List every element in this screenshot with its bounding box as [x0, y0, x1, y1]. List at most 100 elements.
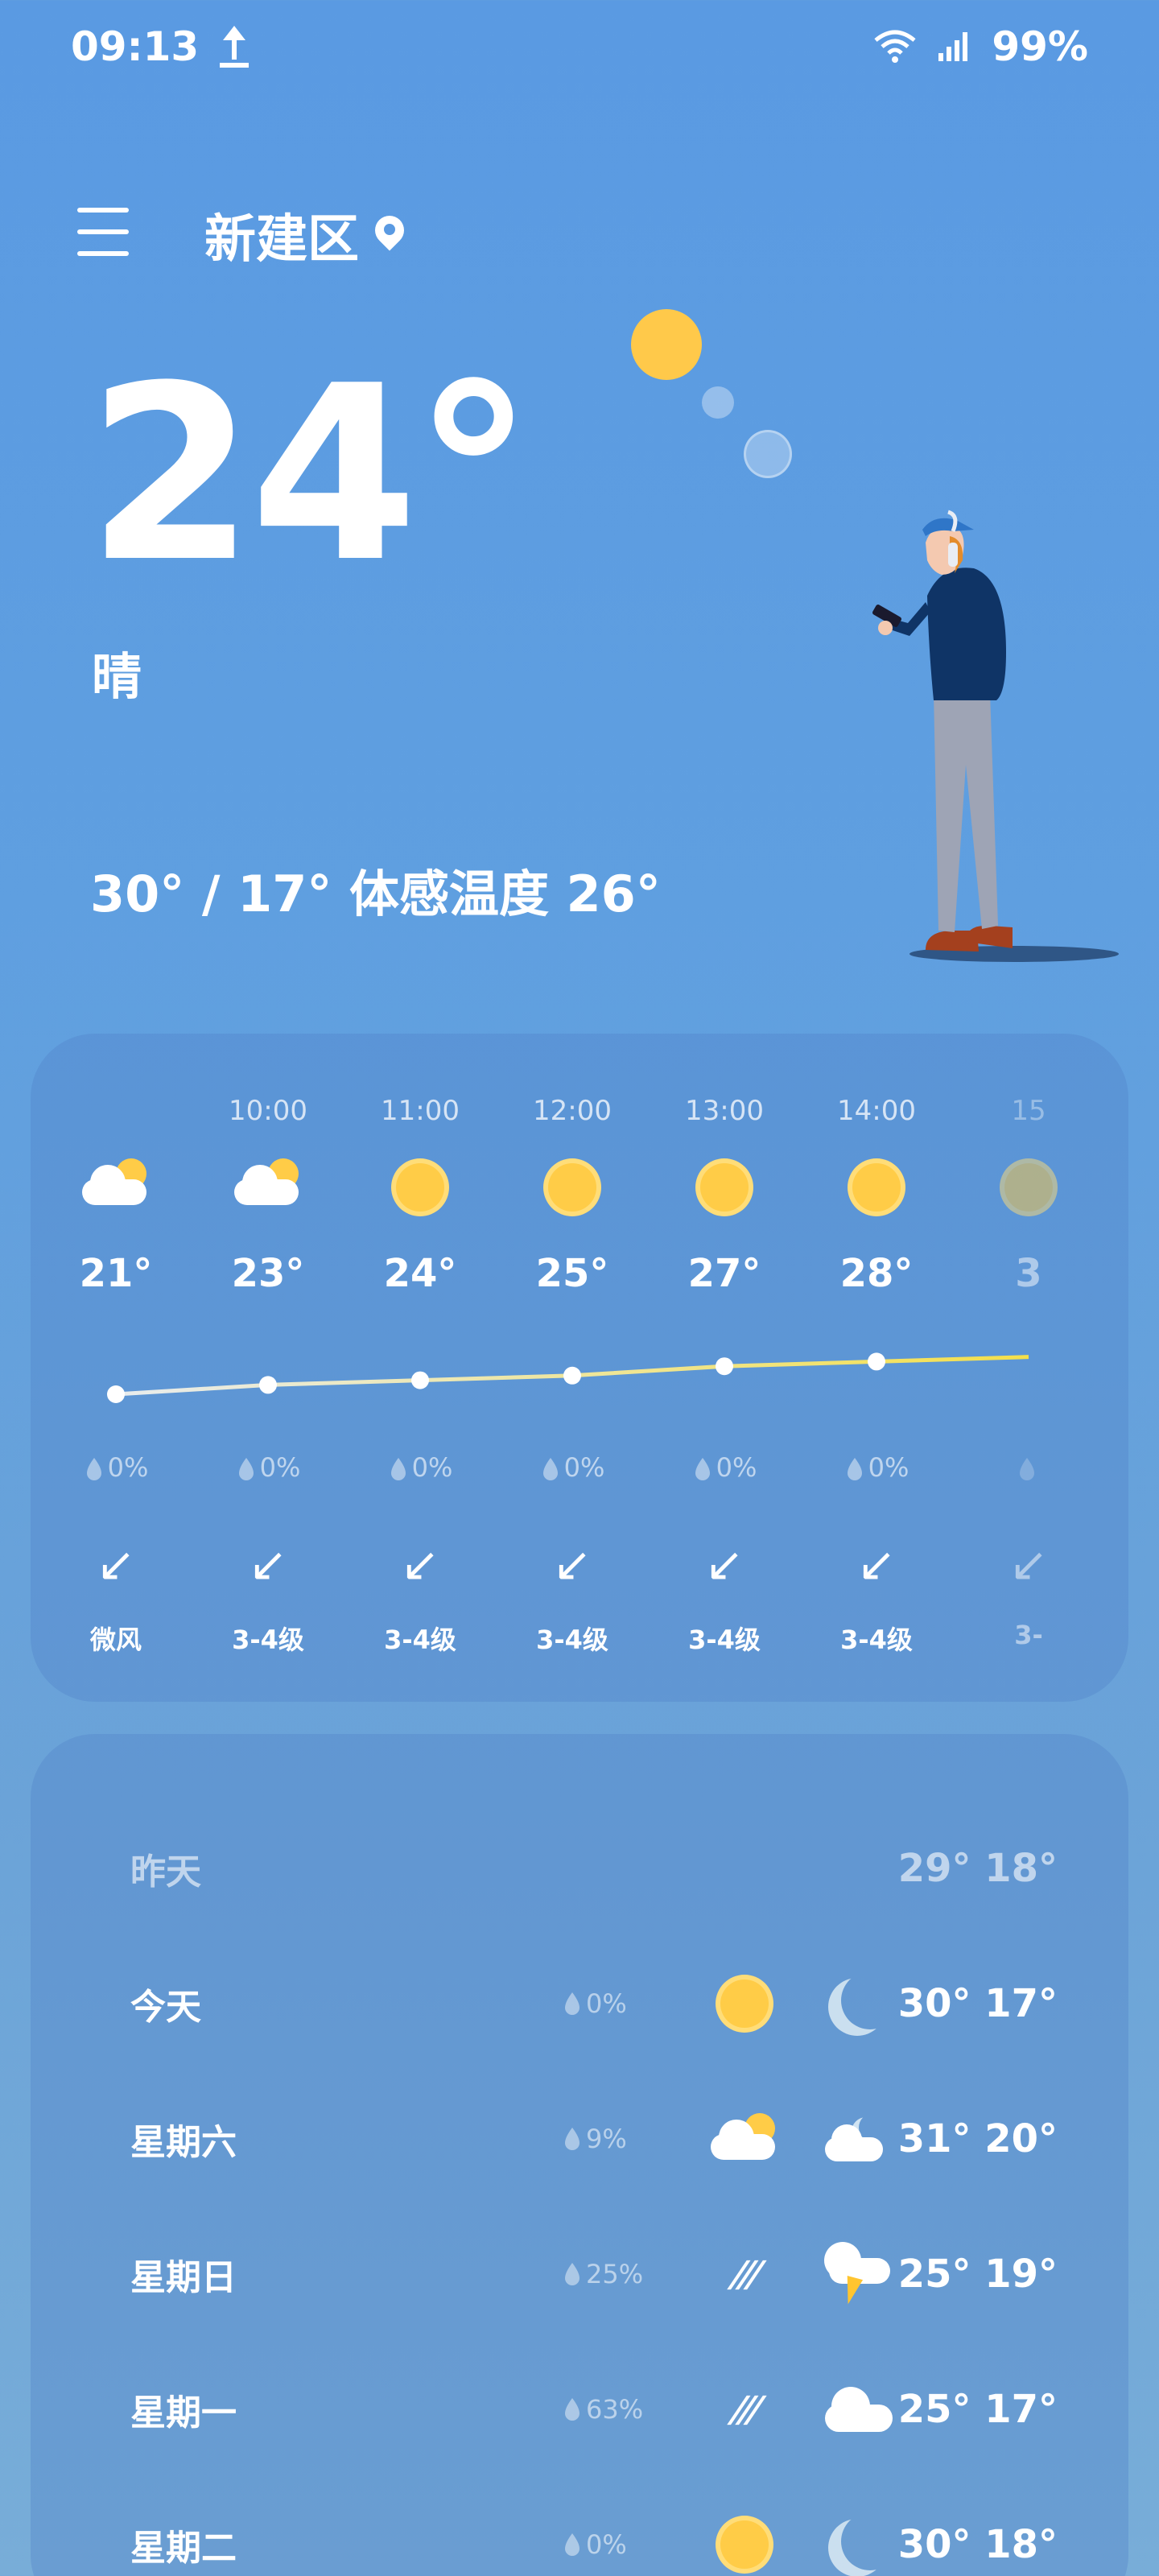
hourly-weather-icon [691, 1158, 758, 1216]
raindrop-icon [390, 1458, 406, 1480]
hourly-precipitation: 0% [344, 1452, 497, 1483]
daily-day-icon [708, 2512, 781, 2576]
status-time: 09:13 [71, 23, 200, 70]
hourly-precipitation [952, 1452, 1105, 1483]
hourly-wind-level: 3-4级 [384, 1624, 456, 1655]
daily-day-label: 昨天 [130, 1852, 201, 1893]
daily-row[interactable]: 今天 0% 30° 17° [101, 1959, 1058, 2048]
sun-icon [1000, 1158, 1058, 1216]
raindrop-icon [565, 2533, 580, 2556]
hourly-wind-level: 微风 [89, 1624, 142, 1655]
moon-icon [841, 1971, 899, 2029]
hourly-wind-level: 3- [1014, 1620, 1043, 1650]
hourly-time: 14:00 [837, 1095, 916, 1127]
hourly-temperature: 3 [1015, 1251, 1042, 1296]
daily-row[interactable]: 昨天 29° 18° [101, 1824, 1058, 1913]
cloud-icon [825, 2385, 893, 2434]
menu-icon[interactable] [77, 208, 129, 256]
hourly-weather-icon [995, 1158, 1062, 1216]
hourly-weather-icon [234, 1158, 302, 1215]
hourly-time: 15 [1011, 1095, 1046, 1127]
daily-high-low: 30° 18° [897, 2522, 1058, 2567]
hourly-precipitation: 0% [648, 1452, 801, 1483]
hourly-item[interactable]: 11:00 24° 0% ↙ 3-4级 [344, 1034, 497, 1702]
daily-high-low: 29° 18° [897, 1846, 1058, 1891]
hourly-time: 13:00 [685, 1095, 764, 1127]
sun-icon [716, 2516, 773, 2574]
hourly-wind-level: 3-4级 [232, 1624, 304, 1655]
hourly-temperature: 25° [535, 1251, 609, 1296]
daily-day-icon: /// [708, 2242, 781, 2306]
raindrop-icon [565, 2128, 580, 2150]
hourly-wind-level: 3-4级 [536, 1624, 608, 1655]
hourly-temperature: 24° [383, 1251, 457, 1296]
daily-forecast-card[interactable]: 昨天 29° 18° 今天 0% 30° 17° 星期六 9% 31° 20° 星期日 25% //… [31, 1734, 1128, 2576]
hourly-wind-level: 3-4级 [840, 1624, 913, 1655]
daily-day-icon [708, 1971, 781, 2036]
daily-row[interactable]: 星期六 9% 31° 20° [101, 2095, 1058, 2183]
hourly-forecast-card[interactable]: 21° 0% ↙ 微风 10:00 23° 0% ↙ 3-4级 11:00 24° 0% ↙ 3-4级 12… [31, 1034, 1128, 1702]
hourly-precipitation: 0% [496, 1452, 649, 1483]
hourly-weather-icon [82, 1158, 150, 1215]
cloud-sun-icon [711, 2113, 778, 2165]
sun-icon [695, 1158, 753, 1216]
hourly-temperature: 23° [231, 1251, 305, 1296]
daily-row[interactable]: 星期一 63% /// 25° 17° [101, 2365, 1058, 2454]
daily-night-icon [823, 2377, 895, 2442]
location-selector[interactable]: 新建区 [204, 198, 404, 272]
hourly-temperature: 21° [79, 1251, 153, 1296]
signal-icon [938, 32, 968, 61]
cloud-moon-icon [825, 2113, 893, 2165]
daily-day-label: 星期二 [130, 2528, 237, 2569]
daily-day-label: 星期日 [130, 2257, 237, 2298]
bubble-decoration [702, 386, 734, 419]
rain-icon: /// [724, 2253, 765, 2295]
sun-illustration [631, 309, 702, 380]
hourly-time: 10:00 [229, 1095, 307, 1127]
hourly-time: 12:00 [533, 1095, 612, 1127]
daily-high-low: 25° 19° [897, 2252, 1058, 2297]
hourly-item[interactable]: 15 3 ↙ 3- [952, 1034, 1105, 1702]
daily-day-icon [708, 2107, 781, 2171]
hourly-weather-icon [538, 1158, 606, 1216]
current-temperature: 24° [87, 334, 534, 615]
wind-direction-icon: ↙ [1008, 1537, 1049, 1591]
temperature-range: 30° / 17° 体感温度 26° [90, 865, 661, 923]
daily-precipitation: 63% [562, 2394, 643, 2425]
hourly-time: 11:00 [381, 1095, 460, 1127]
wind-direction-icon: ↙ [400, 1537, 440, 1591]
upload-icon [218, 26, 250, 68]
wind-direction-icon: ↙ [96, 1537, 136, 1591]
wind-direction-icon: ↙ [552, 1537, 592, 1591]
cloud-sun-icon [82, 1158, 150, 1210]
status-bar: 09:13 99% [71, 23, 1088, 71]
raindrop-icon [542, 1458, 558, 1480]
rain-icon: /// [724, 2388, 765, 2430]
daily-high-low: 31° 20° [897, 2116, 1058, 2161]
daily-row[interactable]: 星期日 25% /// 25° 19° [101, 2230, 1058, 2318]
location-pin-icon [375, 216, 404, 254]
hourly-item[interactable]: 12:00 25° 0% ↙ 3-4级 [496, 1034, 649, 1702]
sun-icon [848, 1158, 905, 1216]
daily-precipitation: 0% [562, 1988, 627, 2019]
hourly-item[interactable]: 13:00 27° 0% ↙ 3-4级 [648, 1034, 801, 1702]
daily-day-label: 星期六 [130, 2122, 237, 2163]
wind-direction-icon: ↙ [704, 1537, 744, 1591]
daily-night-icon [823, 2107, 895, 2171]
daily-night-icon [823, 1971, 895, 2036]
sun-icon [716, 1975, 773, 2033]
daily-day-label: 今天 [130, 1987, 201, 2028]
daily-night-icon [823, 2242, 895, 2307]
hourly-item[interactable]: 10:00 23° 0% ↙ 3-4级 [192, 1034, 344, 1702]
daily-row[interactable]: 星期二 0% 30° 18° [101, 2500, 1058, 2576]
daily-precipitation: 0% [562, 2529, 627, 2560]
daily-precipitation: 25% [562, 2259, 643, 2289]
hourly-item[interactable]: 14:00 28° 0% ↙ 3-4级 [800, 1034, 953, 1702]
hourly-item[interactable]: 21° 0% ↙ 微风 [39, 1034, 192, 1702]
cloud-sun-icon [234, 1158, 302, 1210]
daily-day-icon: /// [708, 2377, 781, 2442]
hourly-precipitation: 0% [800, 1452, 953, 1483]
thunderstorm-icon [823, 2242, 895, 2307]
raindrop-icon [238, 1458, 254, 1480]
hourly-precipitation: 0% [39, 1452, 192, 1483]
